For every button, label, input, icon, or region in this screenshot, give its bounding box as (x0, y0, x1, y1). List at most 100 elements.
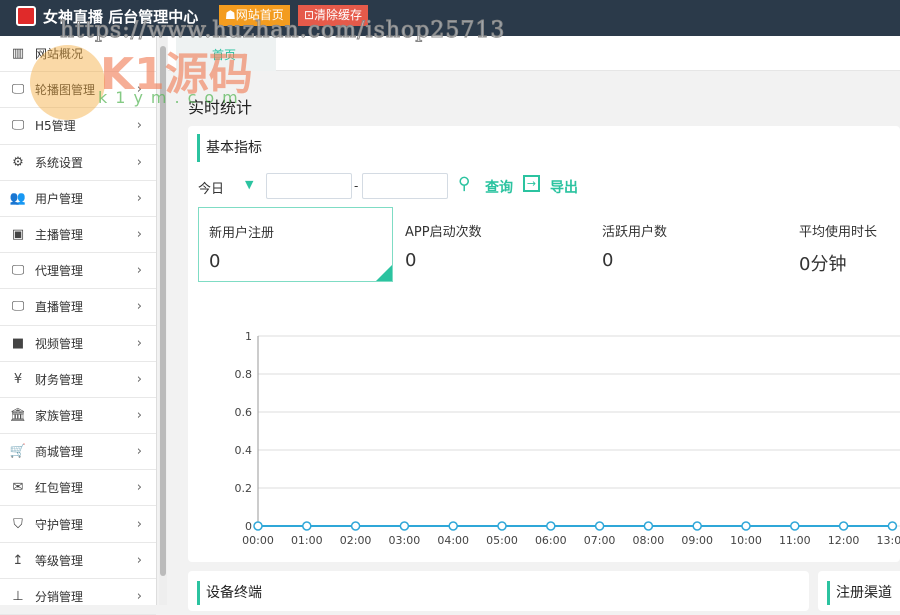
x-tick-label: 02:00 (340, 534, 372, 547)
data-point (350, 521, 361, 531)
cart-icon: 🛒 (9, 444, 27, 460)
sidebar-item[interactable]: ⛉ 守护管理 › (0, 506, 156, 543)
x-tick-label: 09:00 (681, 534, 713, 547)
chevron-right-icon: › (136, 552, 142, 568)
monitor-icon: 🖵 (11, 82, 25, 98)
chevron-right-icon: › (136, 118, 142, 134)
sidebar-item[interactable]: 🏛 家族管理 › (0, 398, 156, 435)
x-tick-label: 05:00 (486, 534, 518, 547)
chevron-right-icon: › (136, 263, 142, 279)
sidebar-item-label: 等级管理 (35, 553, 84, 568)
sidebar-item[interactable]: ⊥ 分销管理 › (0, 579, 156, 615)
y-tick-label: 0.2 (235, 482, 253, 495)
sidebar-item-label: 代理管理 (35, 264, 84, 279)
sidebar-item[interactable]: ¥ 财务管理 › (0, 362, 156, 398)
sidebar-item[interactable]: ▣ 主播管理 › (0, 217, 156, 254)
data-point (399, 521, 410, 531)
line-chart: 0 0.2 0.4 0.6 0.8 1 00:00 01:00 02:00 03:00 04:00 0… (235, 330, 900, 547)
chevron-right-icon: › (136, 588, 142, 604)
search-icon[interactable]: ⚲ (458, 174, 470, 194)
data-point (302, 521, 312, 531)
end-date-input[interactable] (362, 173, 448, 199)
monitor-icon: 🖵 (11, 118, 25, 134)
monitor-icon: 🖵 (11, 263, 25, 279)
chevron-right-icon: › (136, 335, 142, 351)
stat-label: 平均使用时长 (799, 225, 878, 240)
sitemap-icon: ⊥ (12, 588, 24, 604)
arrow-up-icon: ↥ (12, 552, 24, 568)
stat-card[interactable]: 新用户注册 0 (198, 207, 393, 282)
watermark-logo (30, 45, 105, 120)
sidebar-item[interactable]: 🛒 商城管理 › (0, 434, 156, 471)
bar-chart-icon: ▥ (11, 46, 25, 62)
sidebar-item-label: 视频管理 (35, 336, 84, 351)
chevron-right-icon: › (136, 371, 142, 387)
yen-icon: ¥ (13, 371, 23, 387)
sidebar-item[interactable]: ⚙ 系统设置 › (0, 145, 156, 181)
sidebar-item[interactable]: ✉ 红包管理 › (0, 470, 156, 507)
stat-card[interactable]: 平均使用时长 0分钟 (789, 207, 900, 282)
y-tick-label: 0 (245, 520, 252, 533)
x-tick-label: 06:00 (535, 534, 567, 547)
x-tick-label: 08:00 (633, 534, 665, 547)
export-button[interactable]: 导出 (550, 177, 578, 197)
bank-icon: 🏛 (9, 407, 27, 423)
data-point (253, 521, 263, 531)
sidebar-item-label: 直播管理 (35, 300, 84, 315)
chevron-right-icon: › (136, 190, 142, 206)
period-select[interactable]: 今日 (198, 178, 224, 197)
data-point (887, 521, 898, 531)
data-point (546, 521, 556, 531)
x-tick-label: 12:00 (828, 534, 860, 547)
chevron-right-icon: › (136, 154, 142, 170)
date-separator: - (354, 179, 359, 193)
sidebar-item-label: 家族管理 (35, 408, 84, 423)
start-date-input[interactable] (266, 173, 352, 199)
data-point (448, 521, 458, 531)
sidebar-item-label: 系统设置 (35, 155, 84, 170)
sidebar-item-label: 用户管理 (35, 191, 84, 206)
dropdown-arrow-icon[interactable]: ▼ (245, 178, 253, 191)
query-button[interactable]: 查询 (485, 177, 513, 197)
sidebar-item-label: 红包管理 (35, 481, 84, 496)
chevron-right-icon: › (136, 299, 142, 315)
y-tick-label: 0.6 (235, 406, 253, 419)
stat-card[interactable]: APP启动次数 0 (395, 207, 590, 282)
sidebar-item[interactable]: ■ 视频管理 › (0, 326, 156, 362)
stat-card[interactable]: 活跃用户数 0 (592, 207, 787, 282)
sidebar-item[interactable]: ↥ 等级管理 › (0, 543, 156, 579)
selected-corner-icon (376, 265, 392, 281)
device-card: 设备终端 (188, 571, 809, 611)
sidebar-item[interactable]: 👥 用户管理 › (0, 181, 156, 217)
sidebar-item-label: 主播管理 (35, 228, 84, 243)
sidebar-item[interactable]: 🖵 直播管理 › (0, 289, 156, 326)
stat-value: 0 (209, 251, 221, 272)
chevron-right-icon: › (136, 480, 142, 496)
sidebar-item-label: 商城管理 (35, 445, 84, 460)
sidebar-scrollbar[interactable] (159, 36, 167, 605)
data-point (497, 521, 507, 531)
x-tick-label: 13:00 (877, 534, 900, 547)
y-tick-label: 1 (245, 330, 252, 343)
sidebar-item-label: 分销管理 (35, 589, 84, 604)
sidebar-item[interactable]: 🖵 代理管理 › (0, 253, 156, 290)
chevron-right-icon: › (136, 227, 142, 243)
stat-label: APP启动次数 (405, 225, 482, 240)
x-tick-label: 11:00 (779, 534, 811, 547)
export-icon[interactable]: → (523, 175, 540, 192)
badge-icon: ▣ (11, 227, 25, 243)
logo-icon (16, 6, 36, 26)
envelope-icon: ✉ (12, 480, 24, 496)
channel-title: 注册渠道 (827, 581, 892, 605)
x-tick-label: 03:00 (389, 534, 421, 547)
stat-label: 新用户注册 (209, 226, 275, 241)
data-point (838, 521, 849, 531)
data-point (692, 521, 702, 531)
shield-icon: ⛉ (13, 516, 23, 532)
sidebar-item-label: 财务管理 (35, 372, 84, 387)
data-point (594, 521, 605, 531)
monitor-icon: 🖵 (11, 299, 25, 315)
sidebar-item-label: H5管理 (35, 119, 76, 134)
chevron-right-icon: › (136, 407, 142, 423)
users-icon: 👥 (9, 190, 27, 206)
